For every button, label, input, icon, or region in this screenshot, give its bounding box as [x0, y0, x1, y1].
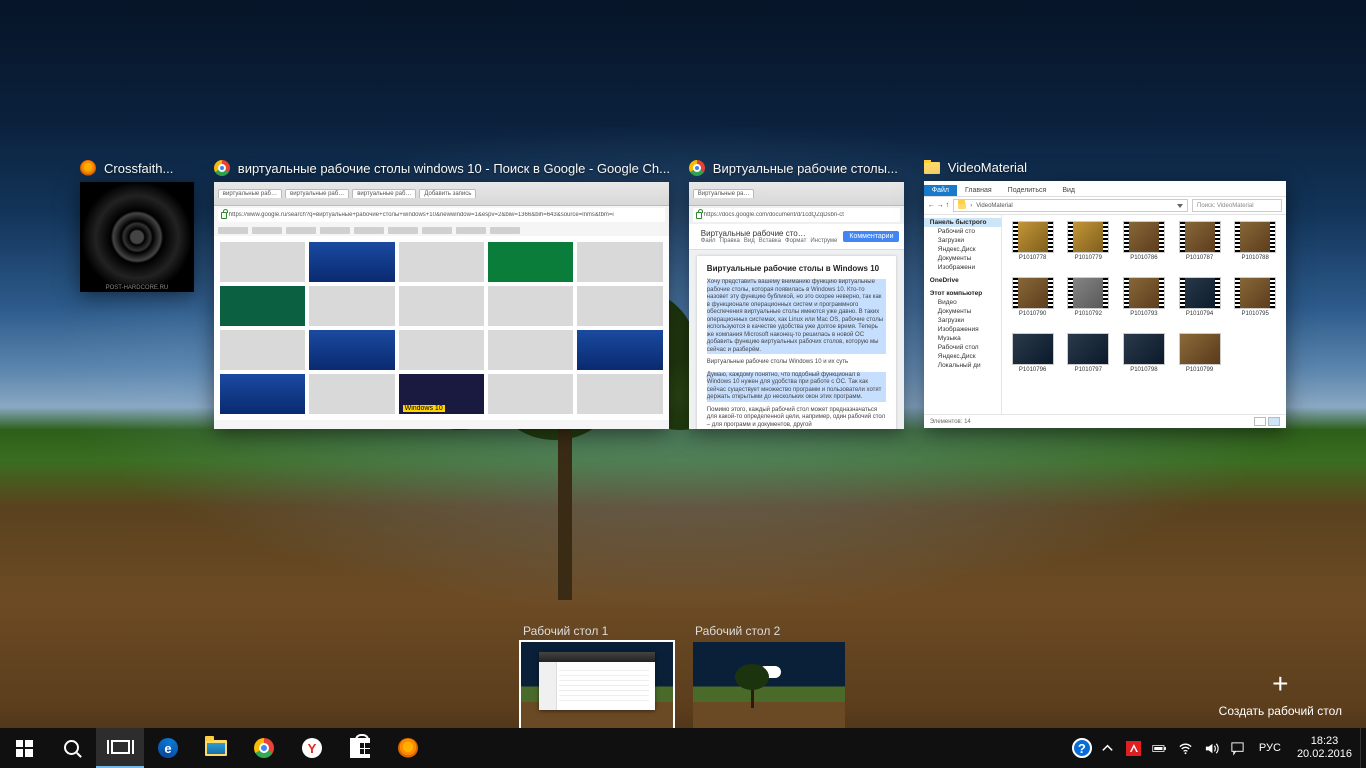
explorer-status-bar: Элементов: 14 [924, 414, 1286, 428]
taskbar-app-store[interactable] [336, 728, 384, 768]
taskview-window-aimp[interactable]: Crossfaith... POST-HARDCORE.RU [80, 160, 194, 292]
search-button[interactable] [48, 728, 96, 768]
lock-icon [221, 212, 227, 219]
tray-help[interactable]: ? [1069, 728, 1095, 768]
docs-share-button: Комментарии [843, 231, 899, 242]
chevron-up-icon [1100, 741, 1115, 756]
battery-icon [1152, 741, 1167, 756]
new-virtual-desktop-button[interactable]: + Создать рабочий стол [1219, 670, 1342, 718]
taskbar-app-chrome[interactable] [240, 728, 288, 768]
lock-icon [696, 212, 702, 219]
task-view-area: Crossfaith... POST-HARDCORE.RU виртуальн… [0, 160, 1366, 429]
chrome-icon [254, 738, 274, 758]
docs-page: Виртуальные рабочие столы в Windows 10 Х… [697, 256, 896, 429]
taskbar-app-yandex[interactable]: Y [288, 728, 336, 768]
edge-icon [158, 738, 178, 758]
aimp-icon [398, 738, 418, 758]
window-title: виртуальные рабочие столы windows 10 - П… [238, 161, 669, 176]
chrome-address-bar: https://docs.google.com/document/d/1cdQZ… [693, 208, 900, 222]
google-images-grid [214, 236, 669, 420]
folder-icon [958, 203, 966, 209]
virtual-desktop-2[interactable]: Рабочий стол 2 [693, 624, 845, 728]
aimp-icon [80, 160, 96, 176]
taskview-window-chrome-search[interactable]: виртуальные рабочие столы windows 10 - П… [214, 160, 669, 429]
taskbar-app-aimp[interactable] [384, 728, 432, 768]
volume-icon [1204, 741, 1219, 756]
folder-icon [924, 162, 940, 174]
taskbar-app-edge[interactable] [144, 728, 192, 768]
virtual-desktop-1[interactable]: Рабочий стол 1 [521, 624, 673, 728]
language-indicator[interactable]: РУС [1251, 728, 1289, 768]
explorer-address-bar: ← → ↑ › VideoMaterial Поиск: VideoMateri… [924, 197, 1286, 215]
windows-icon [16, 740, 33, 757]
start-button[interactable] [0, 728, 48, 768]
virtual-desktops-bar: Рабочий стол 1 Рабочий стол 2 [0, 613, 1366, 728]
explorer-search: Поиск: VideoMaterial [1192, 199, 1282, 212]
taskbar-clock[interactable]: 18:23 20.02.2016 [1289, 728, 1360, 768]
chrome-icon [689, 160, 705, 176]
file-explorer-icon [205, 740, 227, 756]
explorer-ribbon: Файл Главная Поделиться Вид [924, 181, 1286, 197]
tray-notifications[interactable] [1225, 728, 1251, 768]
task-view-button[interactable] [96, 728, 144, 768]
plus-icon: + [1272, 670, 1288, 698]
search-icon [64, 740, 81, 757]
explorer-file-grid: P1010778 P1010779 P1010786 P1010787 P101… [1002, 215, 1286, 414]
tray-overflow[interactable] [1095, 728, 1121, 768]
chrome-address-bar: https://www.google.ru/search?q=виртуальн… [218, 208, 665, 222]
window-title: Виртуальные рабочие столы... [713, 161, 898, 176]
chevron-down-icon [1177, 204, 1183, 208]
taskview-window-chrome-docs[interactable]: Виртуальные рабочие столы... Виртуальные… [689, 160, 904, 429]
taskbar: Y ? РУС 18:23 20.02.2016 [0, 728, 1366, 768]
explorer-nav-pane: Панель быстрого Рабочий сто Загрузки Янд… [924, 215, 1002, 414]
window-title: Crossfaith... [104, 161, 173, 176]
tray-network[interactable] [1173, 728, 1199, 768]
avira-icon [1126, 741, 1141, 756]
docs-header: Виртуальные рабочие сто… ФайлПравкаВидВс… [689, 224, 904, 250]
yandex-browser-icon: Y [302, 738, 322, 758]
window-title: VideoMaterial [948, 160, 1027, 175]
chrome-tabstrip: виртуальные раб…виртуальные раб…виртуаль… [214, 182, 669, 206]
wifi-icon [1178, 741, 1193, 756]
tray-volume[interactable] [1199, 728, 1225, 768]
chrome-icon [214, 160, 230, 176]
windows-store-icon [350, 738, 370, 758]
task-view-icon [111, 740, 130, 754]
docs-title: Виртуальные рабочие сто… [701, 229, 838, 238]
taskview-window-explorer[interactable]: VideoMaterial Файл Главная Поделиться Ви… [924, 160, 1286, 428]
help-icon: ? [1072, 738, 1092, 758]
tray-battery[interactable] [1147, 728, 1173, 768]
action-center-icon [1230, 741, 1245, 756]
taskbar-app-explorer[interactable] [192, 728, 240, 768]
aimp-footer-text: POST-HARDCORE.RU [80, 284, 194, 292]
tray-avira[interactable] [1121, 728, 1147, 768]
chrome-tabstrip: Виртуальные ра… [689, 182, 904, 206]
show-desktop-button[interactable] [1360, 728, 1366, 768]
chrome-bookmarks-bar [214, 224, 669, 236]
